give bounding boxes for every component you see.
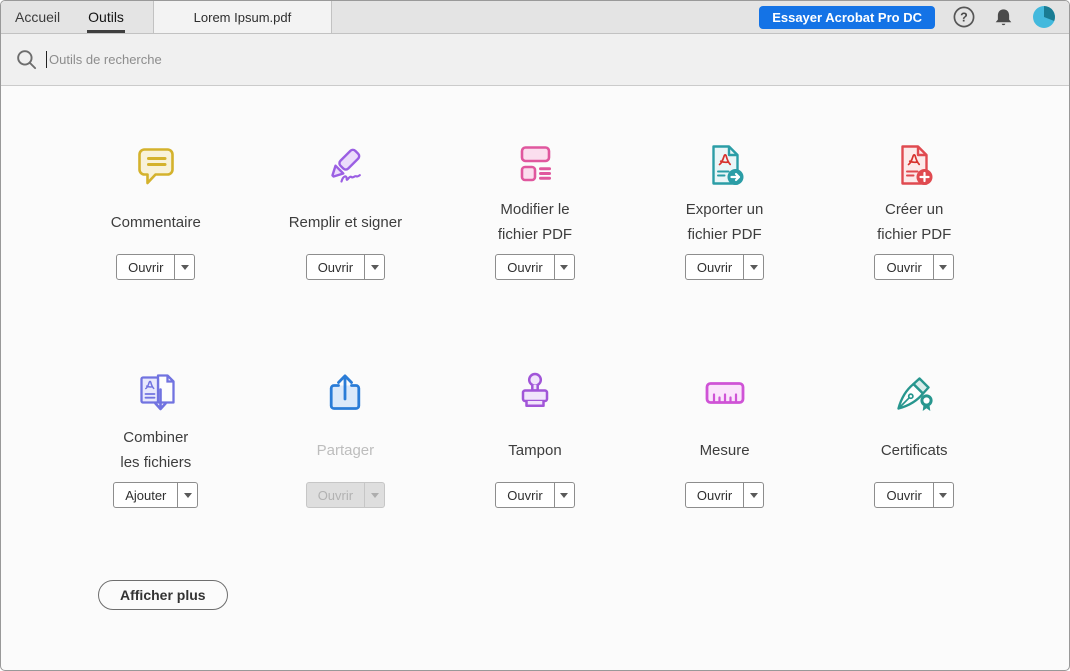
tool-card-certificats: Certificats Ouvrir xyxy=(819,368,1009,508)
tool-label-line: Créer un xyxy=(884,201,944,218)
fill-sign-icon xyxy=(321,140,369,190)
tools-row-2: Combiner les fichiers Ajouter Partager Ouvri… xyxy=(61,368,1009,508)
tool-label-line: Remplir et signer xyxy=(288,213,403,231)
tab-accueil[interactable]: Accueil xyxy=(1,1,74,33)
tampon-open-button[interactable]: Ouvrir xyxy=(495,482,575,508)
share-icon xyxy=(321,368,369,418)
bell-icon[interactable] xyxy=(993,7,1014,28)
search-bar xyxy=(1,34,1069,86)
tool-label-line: fichier PDF xyxy=(877,226,952,243)
tool-card-mesure: Mesure Ouvrir xyxy=(630,368,820,508)
tool-label: Modifier le fichier PDF xyxy=(498,190,572,254)
dropdown-arrow-icon[interactable] xyxy=(178,483,197,507)
tool-card-creer-pdf: Créer un fichier PDF Ouvrir xyxy=(819,140,1009,280)
tab-document-label: Lorem Ipsum.pdf xyxy=(193,9,292,25)
open-button-label[interactable]: Ouvrir xyxy=(307,255,366,279)
certificate-icon xyxy=(890,368,938,418)
commentaire-open-button[interactable]: Ouvrir xyxy=(116,254,196,280)
tool-card-tampon: Tampon Ouvrir xyxy=(440,368,630,508)
tool-label: Remplir et signer xyxy=(289,190,402,254)
tab-outils[interactable]: Outils xyxy=(74,1,138,33)
tab-outils-label: Outils xyxy=(88,9,124,25)
tools-grid: Commentaire Ouvrir Remplir et signer Ouvrir… xyxy=(1,86,1069,610)
try-acrobat-button[interactable]: Essayer Acrobat Pro DC xyxy=(759,5,935,29)
comment-icon xyxy=(132,140,180,190)
mesure-open-button[interactable]: Ouvrir xyxy=(684,482,765,508)
remplir-et-signer-open-button[interactable]: Ouvrir xyxy=(305,254,386,280)
avatar[interactable] xyxy=(1032,5,1056,29)
tool-label-line: Combiner xyxy=(123,429,189,446)
acrobat-window: Accueil Outils Lorem Ipsum.pdf Essayer A… xyxy=(0,0,1070,671)
open-button-label[interactable]: Ouvrir xyxy=(875,255,934,279)
open-button-label[interactable]: Ouvrir xyxy=(875,483,934,507)
tool-label-line: Partager xyxy=(316,441,375,459)
combiner-open-button[interactable]: Ajouter xyxy=(113,482,199,508)
tool-label-line: Mesure xyxy=(699,441,750,459)
stamp-icon xyxy=(511,368,559,418)
tool-label-line: Tampon xyxy=(508,441,562,459)
tool-label: Combiner les fichiers xyxy=(120,418,191,482)
exporter-pdf-open-button[interactable]: Ouvrir xyxy=(684,254,765,280)
tool-card-commentaire: Commentaire Ouvrir xyxy=(61,140,251,280)
tool-card-combiner: Combiner les fichiers Ajouter xyxy=(61,368,251,508)
tool-label: Partager xyxy=(317,418,375,482)
dropdown-arrow-icon[interactable] xyxy=(175,255,194,279)
tool-label-line: fichier PDF xyxy=(687,226,762,243)
show-more-button[interactable]: Afficher plus xyxy=(98,580,228,610)
tool-card-modifier-pdf: Modifier le fichier PDF Ouvrir xyxy=(440,140,630,280)
tool-label: Tampon xyxy=(508,418,561,482)
tool-card-partager: Partager Ouvrir xyxy=(251,368,441,508)
tab-bar: Accueil Outils Lorem Ipsum.pdf Essayer A… xyxy=(1,1,1069,34)
partager-open-button: Ouvrir xyxy=(305,482,386,508)
tools-row-1: Commentaire Ouvrir Remplir et signer Ouvrir… xyxy=(61,140,1009,280)
combine-icon xyxy=(132,368,180,418)
dropdown-arrow-icon[interactable] xyxy=(744,483,763,507)
measure-icon xyxy=(701,368,749,418)
tool-label: Mesure xyxy=(700,418,750,482)
edit-pdf-icon xyxy=(511,140,559,190)
tool-label-line: Exporter un xyxy=(685,201,764,218)
open-button-label[interactable]: Ouvrir xyxy=(686,483,745,507)
tool-label-line: les fichiers xyxy=(120,454,192,471)
tool-label: Commentaire xyxy=(111,190,201,254)
open-button-label[interactable]: Ajouter xyxy=(114,483,179,507)
modifier-pdf-open-button[interactable]: Ouvrir xyxy=(495,254,575,280)
question-mark-icon[interactable]: ? xyxy=(953,6,975,28)
search-icon xyxy=(15,48,38,71)
export-pdf-icon xyxy=(701,140,749,190)
dropdown-arrow-icon[interactable] xyxy=(934,483,953,507)
certificats-open-button[interactable]: Ouvrir xyxy=(874,482,954,508)
tool-label-line: Modifier le xyxy=(500,201,570,218)
tool-label: Certificats xyxy=(881,418,948,482)
dropdown-arrow-icon[interactable] xyxy=(744,255,763,279)
open-button-label[interactable]: Ouvrir xyxy=(686,255,745,279)
tool-card-exporter-pdf: Exporter un fichier PDF Ouvrir xyxy=(630,140,820,280)
tool-label-line: Commentaire xyxy=(110,213,201,231)
tool-label: Exporter un fichier PDF xyxy=(686,190,764,254)
dropdown-arrow-icon[interactable] xyxy=(555,483,574,507)
open-button-label[interactable]: Ouvrir xyxy=(496,483,555,507)
open-button-label: Ouvrir xyxy=(307,483,366,507)
dropdown-arrow-icon[interactable] xyxy=(934,255,953,279)
tab-document[interactable]: Lorem Ipsum.pdf xyxy=(152,1,332,33)
creer-pdf-open-button[interactable]: Ouvrir xyxy=(874,254,954,280)
svg-text:?: ? xyxy=(960,10,968,24)
tool-label-line: fichier PDF xyxy=(497,226,573,243)
open-button-label[interactable]: Ouvrir xyxy=(496,255,555,279)
create-pdf-icon xyxy=(890,140,938,190)
tab-accueil-label: Accueil xyxy=(15,9,61,25)
tool-label-line: Certificats xyxy=(880,441,948,459)
open-button-label[interactable]: Ouvrir xyxy=(117,255,176,279)
dropdown-arrow-icon[interactable] xyxy=(365,255,384,279)
search-input[interactable] xyxy=(47,51,1055,68)
dropdown-arrow-icon[interactable] xyxy=(555,255,574,279)
tool-label: Créer un fichier PDF xyxy=(877,190,951,254)
header-actions: Essayer Acrobat Pro DC ? xyxy=(759,1,1069,33)
tool-card-remplir-et-signer: Remplir et signer Ouvrir xyxy=(251,140,441,280)
dropdown-arrow-icon xyxy=(365,483,384,507)
